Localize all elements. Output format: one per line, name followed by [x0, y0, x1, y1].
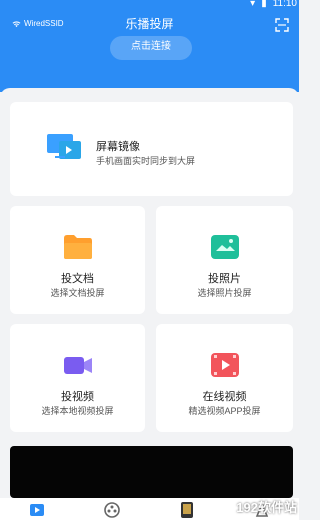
- cast-video-title: 投视频: [61, 391, 94, 403]
- screen-mirror-card[interactable]: 屏幕镜像 手机画面实时同步到大屏: [10, 102, 293, 196]
- screen-mirror-subtitle: 手机画面实时同步到大屏: [96, 156, 196, 166]
- scan-icon[interactable]: [275, 18, 289, 32]
- folder-icon: [63, 235, 92, 259]
- top-header: ▾ ▮ 11:10 WiredSSID 乐播投屏 点击连接: [0, 0, 299, 92]
- online-video-subtitle: 精选视频APP投屏: [188, 406, 261, 416]
- photo-icon: [210, 235, 239, 259]
- cast-photo-subtitle: 选择照片投屏: [197, 288, 252, 298]
- online-video-title: 在线视频: [202, 391, 247, 403]
- cast-video-subtitle: 选择本地视频投屏: [41, 406, 114, 416]
- battery-icon: ▮: [261, 0, 267, 9]
- screen-mirror-title: 屏幕镜像: [96, 141, 140, 153]
- status-time: 11:10: [272, 0, 297, 9]
- tab-cast-icon[interactable]: [26, 498, 48, 520]
- online-video-card[interactable]: 在线视频 精选视频APP投屏: [156, 324, 293, 432]
- film-play-icon: [210, 353, 239, 377]
- tab-app-icon[interactable]: [176, 498, 198, 520]
- status-bar: ▾ ▮ 11:10: [250, 0, 297, 10]
- signal-icon: ▾: [250, 0, 256, 9]
- connect-button[interactable]: 点击连接: [110, 36, 192, 60]
- cast-document-title: 投文档: [61, 273, 94, 285]
- video-camera-icon: [63, 357, 92, 374]
- screen-mirror-icon: [47, 134, 81, 159]
- cast-photo-title: 投照片: [208, 273, 241, 285]
- app-title: 乐播投屏: [125, 17, 174, 31]
- cast-document-subtitle: 选择文档投屏: [50, 288, 105, 298]
- cast-photo-card[interactable]: 投照片 选择照片投屏: [156, 206, 293, 314]
- cast-document-card[interactable]: 投文档 选择文档投屏: [10, 206, 145, 314]
- tab-video-reel-icon[interactable]: [101, 498, 123, 520]
- cast-video-card[interactable]: 投视频 选择本地视频投屏: [10, 324, 145, 432]
- ad-banner[interactable]: [10, 446, 293, 498]
- watermark: 192软件站: [236, 500, 297, 515]
